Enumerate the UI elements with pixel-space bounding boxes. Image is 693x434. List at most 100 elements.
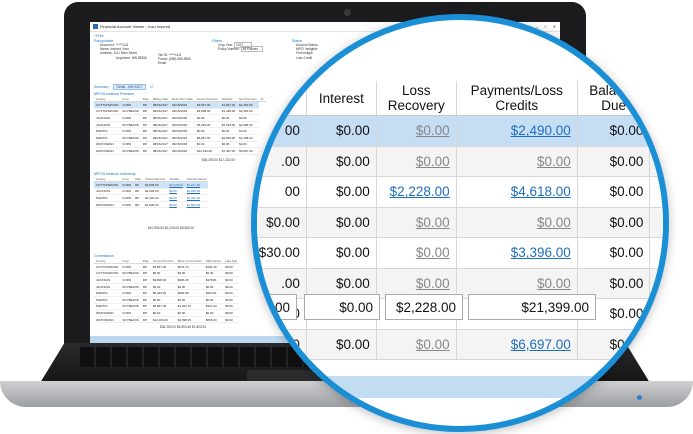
table-cell: $0.00 xyxy=(237,141,259,149)
zoom-table-cell[interactable]: $2,490.00 xyxy=(456,115,578,147)
table-cell: 09/15/2018 xyxy=(170,101,195,109)
table-cell: $0.00 xyxy=(203,309,224,317)
indemnity-title: MPCI/Livestock Indemnity xyxy=(94,172,136,176)
table-cell: $0.00 xyxy=(150,309,176,317)
table-row[interactable]: WATONWAN SOYBEANS RP 08/15/2017 09/15/2018 $1… xyxy=(94,147,266,155)
zoom-table-row[interactable]: .00 $0.00 $0.00 $0.00 $0.00 xyxy=(257,146,663,177)
zoom-table-cell[interactable]: $3,396.00 xyxy=(456,237,578,269)
zoom-table-cell[interactable]: $6,697.00 xyxy=(456,329,578,360)
zoom-total-c0: 00 xyxy=(257,294,297,320)
zoom-column-header[interactable]: Payments/Loss Credits xyxy=(456,81,578,116)
table-row[interactable]: JACKSON SOYBEANS RP $0.00 $0.00 $0.00 $0.00 xyxy=(94,283,240,291)
policy-number-label: Policy Number: xyxy=(218,47,240,52)
table-cell: $5,429.00 xyxy=(194,121,220,129)
table-row[interactable]: JACKSON CORN RP 08/15/2017 09/15/2018 $0.00 $0… xyxy=(94,114,266,122)
tab-extra[interactable]: 17 xyxy=(150,85,154,89)
table-row[interactable]: WATONWAN SOYBEANS RP $14,184.00 $2,098.25 $66… xyxy=(94,316,240,324)
column-header[interactable]: Total Indemnity xyxy=(143,177,168,182)
tab-summary[interactable]: Summary xyxy=(94,85,109,89)
column-header[interactable]: SRA Factor xyxy=(203,259,224,264)
table-cell[interactable]: $0.00 xyxy=(167,194,185,202)
zoom-table-cell[interactable]: $2,228.00 xyxy=(376,176,457,208)
table-cell[interactable]: $0.00 xyxy=(167,188,185,196)
column-header[interactable]: Net Premium xyxy=(237,97,259,102)
table-cell[interactable]: $0.00 xyxy=(167,201,185,209)
table-cell[interactable]: $1,422.00 xyxy=(184,194,209,202)
table-cell: $181.46 xyxy=(203,263,224,271)
premium-title: MPCI/Livestock Premium xyxy=(94,92,135,96)
zoom-table-cell[interactable]: $0.00 xyxy=(376,146,457,177)
table-row[interactable]: MARTIN CORN RP 08/15/2017 09/15/2018 $0.00 $0.… xyxy=(94,127,266,135)
table-row[interactable]: JACKSON CORN RP $2,228.00 $0.00 $2,228.00 xyxy=(94,188,209,196)
table-row[interactable]: WATONWAN CORN RP $0.00 $0.00 $0.00 $0.00 xyxy=(94,309,240,317)
table-cell: RP xyxy=(140,121,151,129)
table-cell: COTTONWOOD xyxy=(94,108,121,116)
table-row[interactable]: JACKSON CORN RP $3,808.00 $666.29 $178.81 $0.0… xyxy=(94,276,240,284)
zoom-table-cell[interactable]: $0.00 xyxy=(376,115,457,147)
zoom-column-header[interactable]: Interest xyxy=(306,81,377,116)
table-row[interactable]: WATONWAN CORN RP 08/15/2017 09/15/2018 $0.00 $… xyxy=(94,141,266,149)
table-cell: $0.00 xyxy=(223,270,240,278)
zoom-table-row[interactable]: 00 $0.00 $0.00 $2,490.00 $0.00 xyxy=(257,115,663,147)
table-row[interactable]: MARTIN SOYBEANS RP $0.00 $0.00 $0.00 $0.00 xyxy=(94,296,240,304)
table-row[interactable]: COTTONWOOD SOYBEANS RP 08/15/2017 09/15/2018… xyxy=(94,108,266,116)
address-line1: 1111 Main Street xyxy=(113,51,138,56)
table-row[interactable]: MARTIN SOYBEANS RP 08/15/2017 09/15/2018 $6,8… xyxy=(94,134,266,142)
zoom-table-cell[interactable]: $0.00 xyxy=(376,237,457,269)
zoom-table-cell[interactable]: $0.00 xyxy=(376,207,457,238)
zoom-table-cell[interactable]: $0.00 xyxy=(456,146,578,177)
premium-total-subsidy: $17,232.00 xyxy=(218,157,235,162)
table-cell: $178.81 xyxy=(203,276,224,284)
table-row[interactable]: COTTONWOOD CORN RP 08/15/2017 09/15/2018 $3,8… xyxy=(94,101,266,109)
zoom-table-cell: $0.00 xyxy=(577,146,651,177)
zoom-column-header[interactable]: Balance Due xyxy=(577,81,651,116)
table-row[interactable]: WATONWAN CORN RP $1,895.00 $0.00 $1,895.00 xyxy=(94,201,209,209)
table-cell: $254.91 xyxy=(203,289,224,297)
zoom-table-row[interactable]: $30.00 $0.00 $0.00 $3,396.00 $0.00 xyxy=(257,237,663,269)
table-cell: CORN xyxy=(120,194,134,202)
zoom-table-cell[interactable]: $4,618.00 xyxy=(456,176,578,208)
table-cell[interactable]: $2,227.00 xyxy=(184,181,209,189)
table-cell: 09/15/2018 xyxy=(170,127,195,135)
table-cell: RP xyxy=(133,181,144,189)
table-cell[interactable]: $2,228.00 xyxy=(184,188,209,196)
zoom-table-cell[interactable]: $0.00 xyxy=(456,207,578,238)
table-cell: MARTIN xyxy=(94,194,121,202)
zoom-table-row[interactable]: $0.00 $0.00 $0.00 $0.00 $0.00 xyxy=(257,207,663,238)
table-row[interactable]: JACKSON SOYBEANS RP 08/15/2017 09/15/2018 $5,… xyxy=(94,121,266,129)
zoom-table-row[interactable]: 30.00 $0.00 $0.00 $6,697.00 $0.00 xyxy=(257,329,663,360)
zoom-column-header[interactable]: Loss Recovery xyxy=(376,81,457,116)
table-row[interactable]: MARTIN CORN RP $1,422.00 $0.00 $1,422.00 xyxy=(94,194,209,202)
table-cell[interactable]: $1,895.00 xyxy=(184,201,209,209)
table-row[interactable]: COTTONWOOD SOYBEANS RP $0.00 $0.00 $0.00 $0.00 xyxy=(94,270,240,278)
table-cell: CORN xyxy=(120,188,134,196)
column-header[interactable]: Debt Term Date xyxy=(170,97,195,102)
zoom-table-cell[interactable]: $0.00 xyxy=(376,329,457,360)
table-row[interactable]: MARTIN SOYBEANS RP $6,867.00 $1,201.73 $322.4… xyxy=(94,303,240,311)
column-header[interactable]: Gross Premium xyxy=(150,259,176,264)
print-button[interactable]: Print xyxy=(96,34,103,38)
column-header[interactable]: Late App xyxy=(223,259,240,264)
table-row[interactable]: COTTONWOOD CORN RP $3,867.00 $676.73 $181.46 $… xyxy=(94,263,240,271)
zoom-column-header[interactable] xyxy=(257,81,307,116)
column-header[interactable]: Gross Premium xyxy=(194,97,220,102)
table-cell: $3,695.00 xyxy=(143,181,168,189)
tab-detail[interactable]: Detail - MN 9427 xyxy=(112,84,146,90)
table-cell[interactable]: $2,228.00 xyxy=(167,181,185,189)
zoom-table-cell: $0.00 xyxy=(306,329,377,360)
zoom-table-cell: $0.00 xyxy=(306,146,377,177)
table-cell: RP xyxy=(140,141,151,149)
table-cell: $3,867.00 xyxy=(150,263,176,271)
table-row[interactable]: COTTONWOOD CORN RP $3,695.00 $2,228.00 $2,227… xyxy=(94,181,209,189)
zoom-table-cell: $0.00 xyxy=(577,115,651,147)
table-cell: COTTONWOOD xyxy=(94,263,121,271)
column-header[interactable]: Base Commission xyxy=(175,259,204,264)
table-cell: SOYBEANS xyxy=(120,121,141,129)
zoom-column-header[interactable] xyxy=(649,81,663,116)
table-row[interactable]: MARTIN CORN RP $5,429.00 $950.08 $254.91 $0.00 xyxy=(94,289,240,297)
table-cell: MARTIN xyxy=(94,303,121,311)
zoom-table-row[interactable]: 00 $0.00 $2,228.00 $4,618.00 $0.00 xyxy=(257,176,663,208)
column-header[interactable]: Billing Date xyxy=(150,97,170,102)
column-header[interactable]: Checks Issued xyxy=(184,177,209,182)
table-cell: $6,867.00 xyxy=(150,303,176,311)
